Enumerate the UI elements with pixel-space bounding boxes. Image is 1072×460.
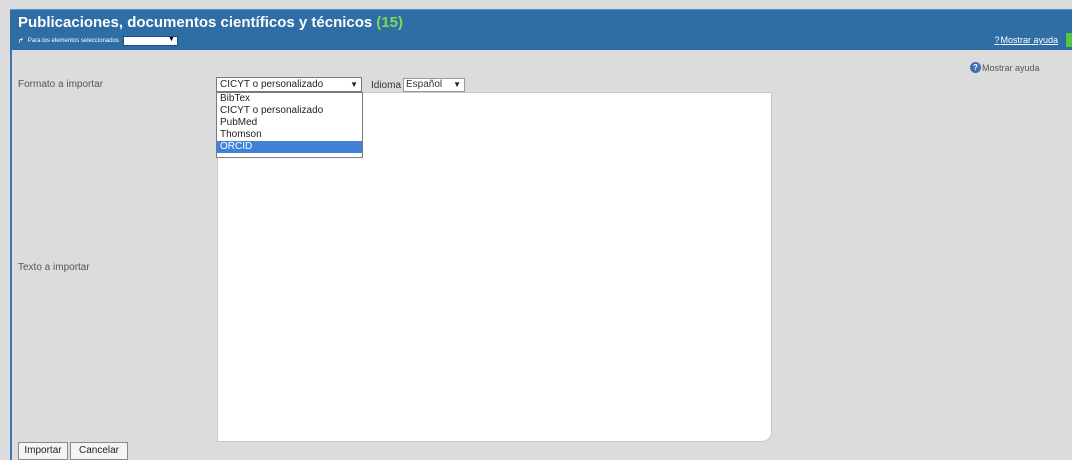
format-label: Formato a importar <box>18 79 104 90</box>
chevron-down-icon: ▼ <box>350 80 358 89</box>
format-select-value: CICYT o personalizado <box>220 79 324 90</box>
section-title-text: Publicaciones, documentos científicos y … <box>18 14 373 31</box>
arrow-icon: ↱ <box>18 38 24 45</box>
item-count-badge: (15) <box>376 14 403 31</box>
content-border <box>10 50 12 460</box>
format-dropdown-list: BibTex CICYT o personalizado PubMed Thom… <box>216 92 363 158</box>
section-header: Publicaciones, documentos científicos y … <box>10 9 1072 50</box>
import-button[interactable]: Importar <box>18 442 68 460</box>
language-select-value: Español <box>406 79 443 90</box>
text-label: Texto a importar <box>18 262 90 273</box>
bulk-actions-label: Para los elementos seleccionados <box>27 38 119 44</box>
format-option[interactable]: Thomson <box>217 129 362 141</box>
chevron-down-icon: ▼ <box>453 80 462 89</box>
question-icon: ? <box>994 35 1000 45</box>
bulk-actions-select[interactable] <box>122 36 178 46</box>
language-label: Idioma <box>371 79 402 91</box>
help-link[interactable]: ? Mostrar ayuda <box>970 62 1040 73</box>
format-option[interactable]: PubMed <box>217 117 362 129</box>
format-option[interactable]: BibTex <box>217 93 362 105</box>
question-icon: ? <box>970 62 981 73</box>
format-option-highlighted[interactable]: ORCID <box>217 141 362 153</box>
language-select[interactable]: Español ▼ <box>403 78 466 92</box>
import-page: Publicaciones, documentos científicos y … <box>0 0 1072 460</box>
header-help-link[interactable]: ?Mostrar ayuda <box>994 35 1058 45</box>
language-group: Idioma Español ▼ <box>371 78 466 92</box>
cancel-button[interactable]: Cancelar <box>70 442 128 460</box>
bulk-actions-bar: ↱ Para los elementos seleccionados <box>18 35 178 47</box>
header-help-label: Mostrar ayuda <box>1000 35 1058 45</box>
help-link-label: Mostrar ayuda <box>982 62 1040 73</box>
collapse-tab[interactable] <box>1066 33 1072 47</box>
format-option[interactable]: CICYT o personalizado <box>217 105 362 117</box>
format-select[interactable]: CICYT o personalizado ▼ <box>216 77 362 92</box>
section-title: Publicaciones, documentos científicos y … <box>18 14 403 31</box>
